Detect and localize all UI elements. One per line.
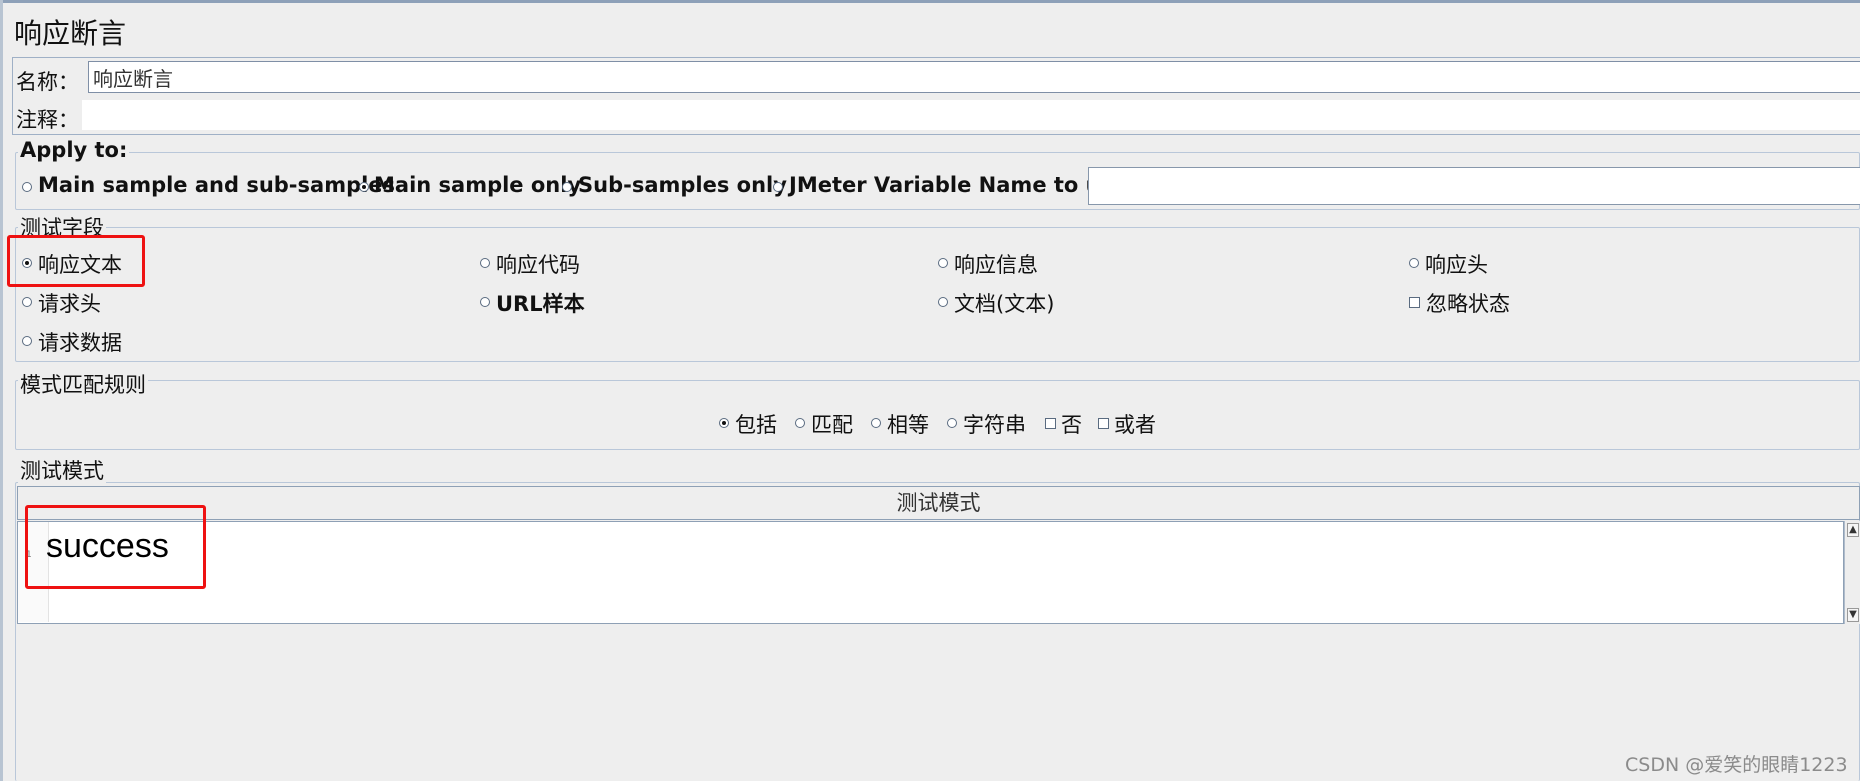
- radio-jmeter-variable[interactable]: [773, 182, 783, 192]
- pattern-rules-group: [15, 380, 1860, 450]
- option-url-sample-label[interactable]: URL样本: [496, 288, 585, 318]
- option-response-headers-label[interactable]: 响应头: [1425, 249, 1488, 279]
- radio-response-code[interactable]: [480, 258, 490, 268]
- radio-url-sample[interactable]: [480, 297, 490, 307]
- radio-contains[interactable]: [719, 418, 729, 428]
- scroll-up-icon[interactable]: ▲: [1847, 523, 1859, 537]
- radio-equals[interactable]: [871, 418, 881, 428]
- radio-main-and-sub[interactable]: [22, 182, 32, 192]
- option-request-headers-label[interactable]: 请求头: [38, 288, 101, 318]
- option-or-label[interactable]: 或者: [1114, 409, 1156, 439]
- radio-response-message[interactable]: [938, 258, 948, 268]
- pattern-rules-legend: 模式匹配规则: [18, 369, 148, 399]
- highlight-response-text: [7, 235, 145, 287]
- option-substring-label[interactable]: 字符串: [963, 409, 1026, 439]
- option-not-label[interactable]: 否: [1061, 409, 1082, 439]
- checkbox-or[interactable]: [1098, 418, 1109, 429]
- radio-sub-only[interactable]: [562, 182, 572, 192]
- vertical-scrollbar[interactable]: ▲ ▼: [1844, 521, 1860, 624]
- option-request-data-label[interactable]: 请求数据: [38, 327, 122, 357]
- window-left-border: [0, 0, 3, 781]
- radio-matches[interactable]: [795, 418, 805, 428]
- name-field[interactable]: [88, 61, 1860, 93]
- scroll-down-icon[interactable]: ▼: [1847, 608, 1859, 622]
- patterns-table-header[interactable]: 测试模式: [17, 486, 1860, 520]
- test-fields-group: [15, 227, 1860, 362]
- option-contains-label[interactable]: 包括: [735, 409, 777, 439]
- radio-request-headers[interactable]: [22, 297, 32, 307]
- option-equals-label[interactable]: 相等: [887, 409, 929, 439]
- option-response-message-label[interactable]: 响应信息: [954, 249, 1038, 279]
- option-sub-only-label[interactable]: Sub-samples only: [578, 173, 787, 197]
- test-patterns-legend: 测试模式: [18, 455, 106, 485]
- patterns-editor[interactable]: [17, 521, 1844, 624]
- radio-request-data[interactable]: [22, 336, 32, 346]
- watermark: CSDN @爱笑的眼睛1223: [1625, 754, 1848, 776]
- checkbox-not[interactable]: [1045, 418, 1056, 429]
- apply-to-legend: Apply to:: [18, 138, 130, 162]
- checkbox-ignore-status[interactable]: [1409, 297, 1420, 308]
- option-response-code-label[interactable]: 响应代码: [496, 249, 580, 279]
- comment-label: 注释：: [16, 108, 79, 132]
- radio-document-text[interactable]: [938, 297, 948, 307]
- radio-main-only[interactable]: [359, 182, 369, 192]
- comment-field[interactable]: [82, 100, 1860, 130]
- option-main-only-label[interactable]: Main sample only: [374, 173, 581, 197]
- radio-substring[interactable]: [947, 418, 957, 428]
- radio-response-headers[interactable]: [1409, 258, 1419, 268]
- page-title: 响应断言: [14, 17, 127, 50]
- option-ignore-status-label[interactable]: 忽略状态: [1426, 288, 1510, 318]
- option-jmeter-variable-label[interactable]: JMeter Variable Name to use: [789, 173, 1127, 197]
- option-main-and-sub-label[interactable]: Main sample and sub-samples: [38, 173, 395, 197]
- name-label: 名称：: [16, 70, 79, 94]
- window-top-border: [0, 0, 1860, 3]
- option-document-text-label[interactable]: 文档(文本): [954, 288, 1054, 318]
- jmeter-variable-input[interactable]: [1088, 167, 1860, 205]
- highlight-success-pattern: [25, 505, 206, 589]
- option-matches-label[interactable]: 匹配: [811, 409, 853, 439]
